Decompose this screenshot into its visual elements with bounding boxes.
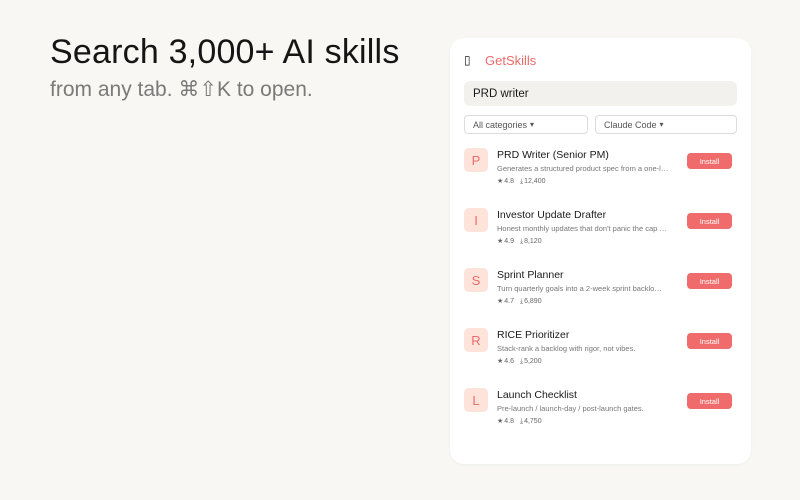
skill-meta: ★4.6 ⤓5,200 xyxy=(497,357,542,366)
skill-description: Stack-rank a backlog with rigor, not vib… xyxy=(497,344,636,353)
search-input[interactable] xyxy=(464,81,737,106)
hero: Search 3,000+ AI skills from any tab. ⌘⇧… xyxy=(50,30,400,104)
result-item[interactable]: I Investor Update Drafter Honest monthly… xyxy=(464,208,737,268)
app-name: GetSkills xyxy=(485,52,537,68)
skill-avatar: R xyxy=(464,328,488,352)
download-icon: ⤓ xyxy=(519,298,524,305)
install-button[interactable]: Install xyxy=(687,153,732,169)
agent-filter-dropdown[interactable]: Claude Code ▾ xyxy=(595,115,737,134)
download-icon: ⤓ xyxy=(519,178,524,185)
download-icon: ⤓ xyxy=(519,358,524,365)
download-icon: ⤓ xyxy=(519,418,524,425)
skill-meta: ★4.7 ⤓6,890 xyxy=(497,297,542,306)
star-icon: ★ xyxy=(497,418,504,425)
skill-description: Generates a structured product spec from… xyxy=(497,164,669,173)
skill-rating: 4.9 xyxy=(504,238,515,245)
result-item[interactable]: S Sprint Planner Turn quarterly goals in… xyxy=(464,268,737,328)
chevron-down-icon: ▾ xyxy=(530,120,535,129)
skill-installs: 12,400 xyxy=(524,178,546,185)
install-button[interactable]: Install xyxy=(687,213,732,229)
chevron-down-icon: ▾ xyxy=(659,120,664,129)
skill-installs: 8,120 xyxy=(524,238,542,245)
category-filter-label: All categories xyxy=(473,119,528,130)
star-icon: ★ xyxy=(497,238,504,245)
skill-rating: 4.8 xyxy=(504,178,515,185)
hero-subtitle: from any tab. ⌘⇧K to open. xyxy=(50,78,313,101)
panel-header: ▯ GetSkills xyxy=(464,50,536,70)
skill-title[interactable]: PRD Writer (Senior PM) xyxy=(497,149,609,161)
skill-title[interactable]: Sprint Planner xyxy=(497,269,564,281)
skill-title[interactable]: Investor Update Drafter xyxy=(497,209,606,221)
star-icon: ★ xyxy=(497,298,504,305)
category-filter-dropdown[interactable]: All categories ▾ xyxy=(464,115,588,134)
skill-title[interactable]: RICE Prioritizer xyxy=(497,329,569,341)
hero-title: Search 3,000+ AI skills xyxy=(50,33,400,71)
result-item[interactable]: P PRD Writer (Senior PM) Generates a str… xyxy=(464,148,737,208)
skill-avatar: I xyxy=(464,208,488,232)
download-icon: ⤓ xyxy=(519,238,524,245)
skill-description: Turn quarterly goals into a 2-week sprin… xyxy=(497,284,662,293)
skill-installs: 4,750 xyxy=(524,418,542,425)
app-logo-icon: ▯ xyxy=(464,53,471,67)
skill-avatar: S xyxy=(464,268,488,292)
skill-rating: 4.7 xyxy=(504,298,515,305)
getskills-popup: ▯ GetSkills All categories ▾ Claude Code… xyxy=(450,38,751,464)
install-button[interactable]: Install xyxy=(687,333,732,349)
skill-description: Honest monthly updates that don't panic … xyxy=(497,224,667,233)
skill-description: Pre-launch / launch-day / post-launch ga… xyxy=(497,404,644,413)
result-item[interactable]: R RICE Prioritizer Stack-rank a backlog … xyxy=(464,328,737,388)
skill-installs: 5,200 xyxy=(524,358,542,365)
skill-avatar: P xyxy=(464,148,488,172)
results-list: P PRD Writer (Senior PM) Generates a str… xyxy=(464,148,737,448)
skill-meta: ★4.8 ⤓4,750 xyxy=(497,417,542,426)
skill-title[interactable]: Launch Checklist xyxy=(497,389,577,401)
star-icon: ★ xyxy=(497,358,504,365)
skill-meta: ★4.8 ⤓12,400 xyxy=(497,177,546,186)
result-item[interactable]: L Launch Checklist Pre-launch / launch-d… xyxy=(464,388,737,448)
star-icon: ★ xyxy=(497,178,504,185)
skill-installs: 6,890 xyxy=(524,298,542,305)
skill-rating: 4.8 xyxy=(504,418,515,425)
install-button[interactable]: Install xyxy=(687,273,732,289)
agent-filter-label: Claude Code xyxy=(604,119,657,130)
skill-avatar: L xyxy=(464,388,488,412)
skill-rating: 4.6 xyxy=(504,358,515,365)
install-button[interactable]: Install xyxy=(687,393,732,409)
skill-meta: ★4.9 ⤓8,120 xyxy=(497,237,542,246)
